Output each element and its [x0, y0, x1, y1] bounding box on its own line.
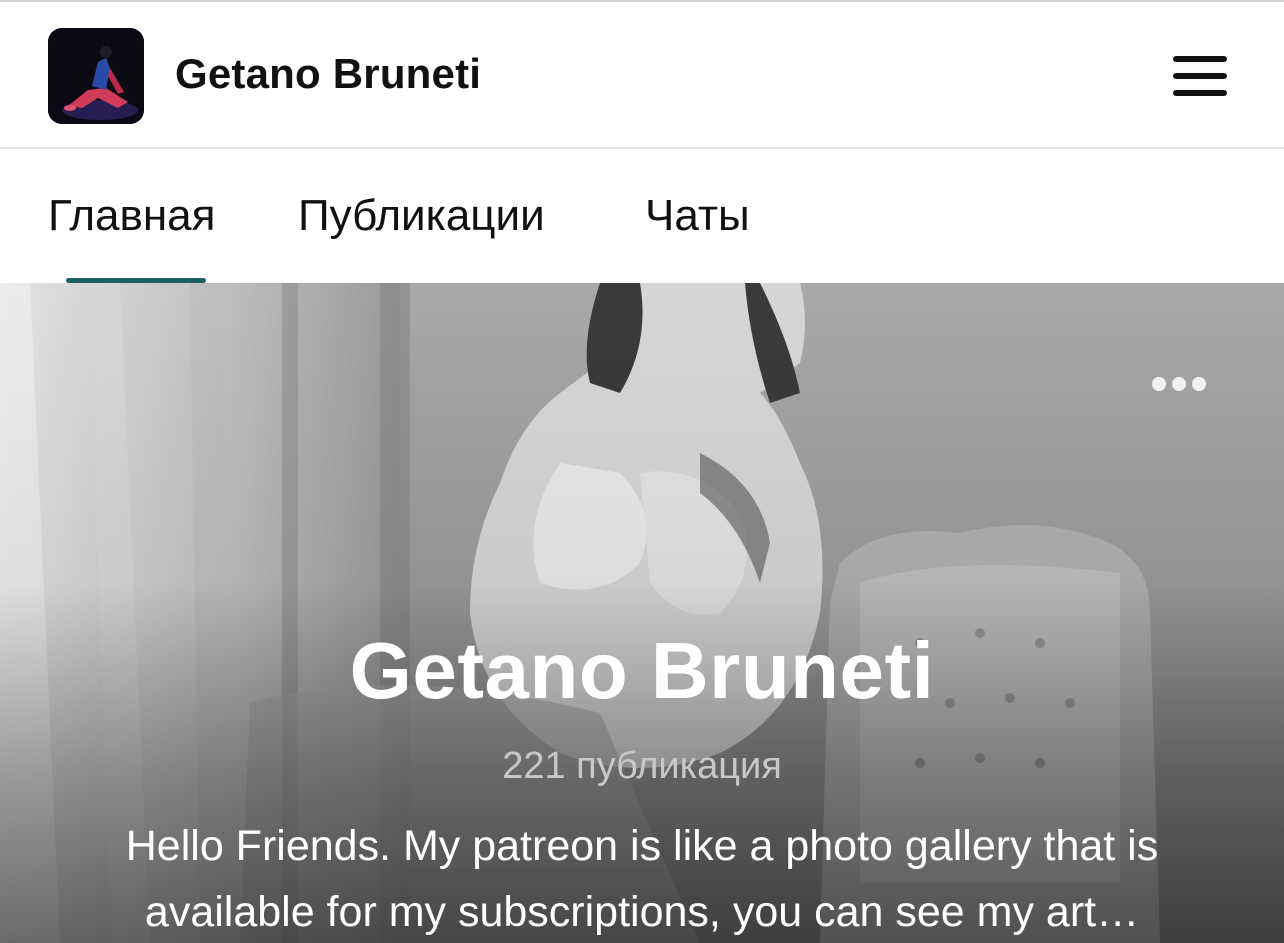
creator-description: Hello Friends. My patreon is like a phot… [50, 813, 1234, 943]
description-line-2: available for my subscriptions, you can … [144, 888, 1140, 936]
hamburger-menu-icon[interactable] [1170, 52, 1230, 100]
tab-chats[interactable]: Чаты [645, 191, 750, 241]
cover-banner: Getano Bruneti 221 публикация Hello Frie… [0, 283, 1284, 943]
tab-home[interactable]: Главная [48, 191, 215, 241]
post-count: 221 публикация [502, 745, 782, 787]
description-line-1: Hello Friends. My patreon is like a phot… [125, 822, 1159, 870]
creator-avatar[interactable] [48, 28, 144, 124]
tab-bar: Главная Публикации Чаты [0, 151, 1284, 283]
creator-name[interactable]: Getano Bruneti [175, 50, 481, 98]
tab-posts[interactable]: Публикации [298, 191, 545, 241]
app-header: Getano Bruneti [0, 2, 1284, 149]
hero-creator-name: Getano Bruneti [349, 626, 935, 715]
avatar-image [48, 28, 144, 124]
